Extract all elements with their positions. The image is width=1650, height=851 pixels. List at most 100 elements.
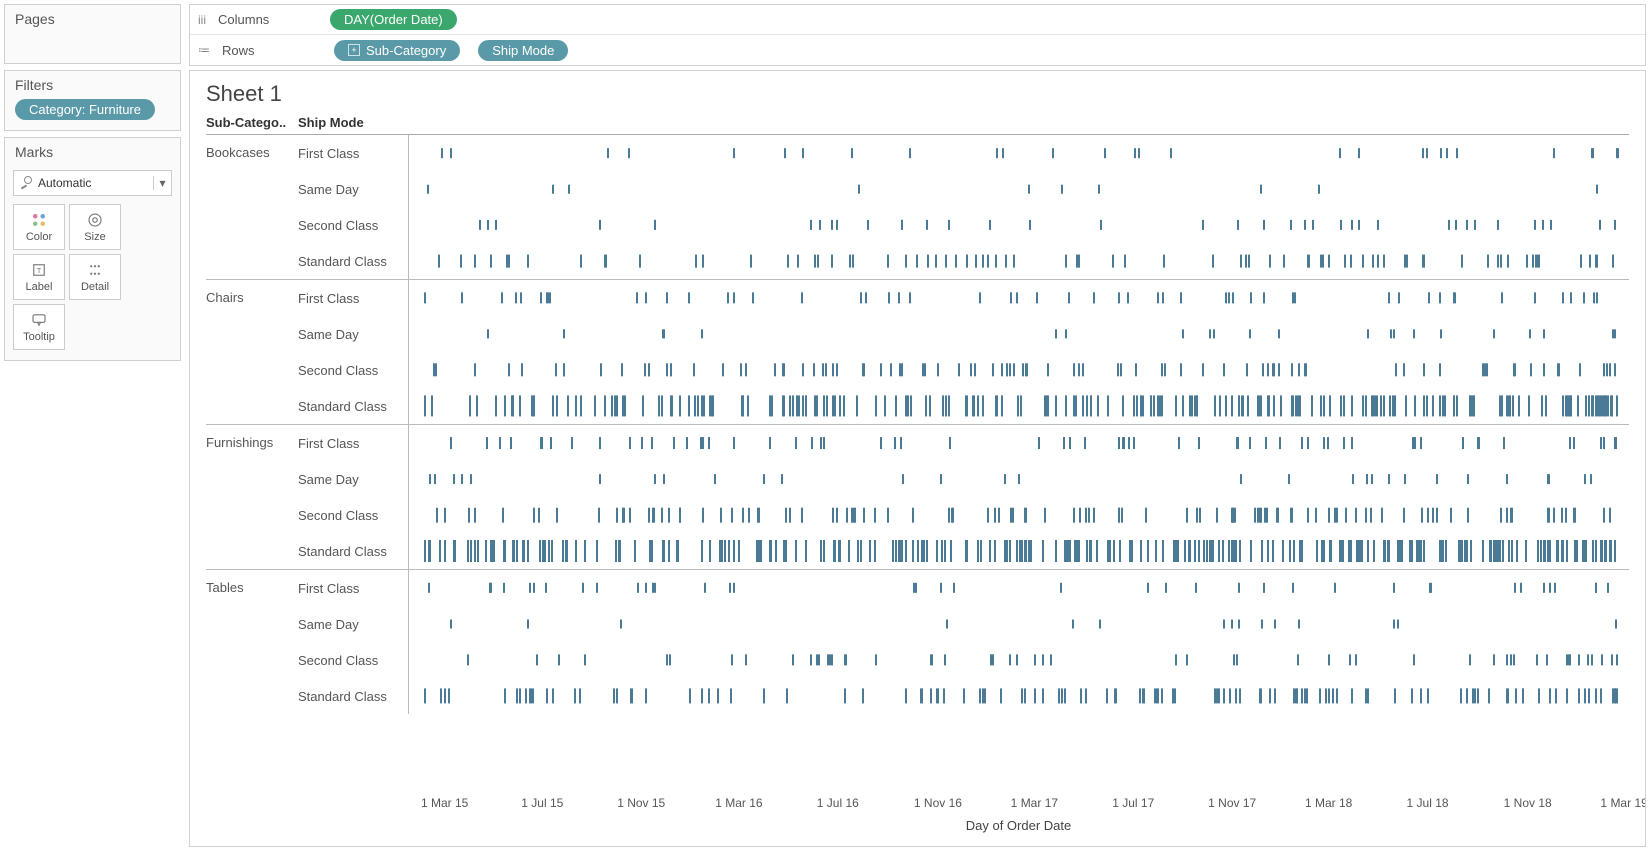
gantt-mark[interactable]	[679, 395, 681, 416]
gantt-mark[interactable]	[984, 688, 986, 703]
gantt-mark[interactable]	[884, 395, 886, 416]
gantt-mark[interactable]	[1383, 255, 1385, 268]
gantt-mark[interactable]	[1080, 688, 1082, 703]
gantt-mark[interactable]	[1195, 583, 1197, 593]
gantt-mark[interactable]	[1065, 395, 1067, 416]
gantt-mark[interactable]	[1334, 508, 1336, 523]
gantt-mark[interactable]	[1351, 220, 1353, 230]
shipmode-label[interactable]: First Class	[298, 291, 408, 306]
gantt-mark[interactable]	[1260, 508, 1262, 523]
gantt-mark[interactable]	[895, 395, 897, 416]
x-axis-tick[interactable]: 1 Jul 15	[521, 796, 563, 810]
gantt-mark[interactable]	[1373, 540, 1375, 562]
gantt-mark[interactable]	[869, 540, 871, 562]
gantt-mark[interactable]	[1350, 540, 1352, 562]
gantt-mark[interactable]	[493, 540, 495, 562]
gantt-mark[interactable]	[750, 255, 752, 268]
gantt-mark[interactable]	[825, 363, 827, 376]
gantt-mark[interactable]	[1574, 540, 1576, 562]
gantt-mark[interactable]	[522, 540, 524, 562]
gantt-mark[interactable]	[810, 654, 812, 665]
gantt-mark[interactable]	[1562, 395, 1564, 416]
gantt-mark[interactable]	[989, 540, 991, 562]
gantt-mark[interactable]	[940, 474, 942, 484]
gantt-mark[interactable]	[1282, 540, 1284, 562]
gantt-mark[interactable]	[520, 292, 522, 303]
gantt-mark[interactable]	[1422, 148, 1424, 158]
gantt-mark[interactable]	[1383, 540, 1385, 562]
gantt-mark[interactable]	[1616, 148, 1618, 158]
gantt-mark[interactable]	[1016, 654, 1018, 665]
gantt-mark[interactable]	[1182, 395, 1184, 416]
gantt-mark[interactable]	[479, 220, 481, 230]
gantt-mark[interactable]	[1078, 540, 1080, 562]
gantt-mark[interactable]	[789, 508, 791, 523]
gantt-mark[interactable]	[1210, 540, 1212, 562]
gantt-mark[interactable]	[1357, 540, 1359, 562]
gantt-mark[interactable]	[1588, 688, 1590, 703]
gantt-mark[interactable]	[1203, 540, 1205, 562]
gantt-area[interactable]	[408, 461, 1629, 497]
gantt-mark[interactable]	[733, 583, 735, 593]
gantt-area[interactable]	[408, 171, 1629, 207]
gantt-mark[interactable]	[1260, 185, 1262, 194]
gantt-mark[interactable]	[1461, 255, 1463, 268]
gantt-mark[interactable]	[1209, 329, 1211, 338]
gantt-mark[interactable]	[795, 540, 797, 562]
gantt-mark[interactable]	[1612, 255, 1614, 268]
gantt-mark[interactable]	[1600, 688, 1602, 703]
gantt-mark[interactable]	[782, 363, 784, 376]
gantt-mark[interactable]	[1247, 395, 1249, 416]
gantt-mark[interactable]	[1329, 395, 1331, 416]
gantt-mark[interactable]	[1013, 255, 1015, 268]
gantt-mark[interactable]	[661, 395, 663, 416]
x-axis-tick[interactable]: 1 Nov 18	[1504, 796, 1552, 810]
gantt-mark[interactable]	[1231, 540, 1233, 562]
marks-tooltip-button[interactable]: Tooltip	[13, 304, 65, 350]
gantt-mark[interactable]	[712, 395, 714, 416]
gantt-area[interactable]	[408, 135, 1629, 171]
gantt-mark[interactable]	[820, 540, 822, 562]
gantt-mark[interactable]	[1147, 583, 1149, 593]
gantt-mark[interactable]	[1393, 620, 1395, 629]
gantt-mark[interactable]	[722, 363, 724, 376]
gantt-mark[interactable]	[720, 508, 722, 523]
gantt-mark[interactable]	[1016, 292, 1018, 303]
gantt-mark[interactable]	[1344, 255, 1346, 268]
gantt-mark[interactable]	[701, 540, 703, 562]
gantt-mark[interactable]	[1549, 583, 1551, 593]
gantt-mark[interactable]	[1112, 255, 1114, 268]
gantt-mark[interactable]	[1162, 540, 1164, 562]
gantt-mark[interactable]	[495, 220, 497, 230]
gantt-mark[interactable]	[912, 540, 914, 562]
gantt-mark[interactable]	[814, 395, 816, 416]
gantt-mark[interactable]	[900, 437, 902, 449]
gantt-mark[interactable]	[694, 395, 696, 416]
gantt-mark[interactable]	[1371, 395, 1373, 416]
gantt-mark[interactable]	[980, 540, 982, 562]
gantt-mark[interactable]	[1514, 583, 1516, 593]
gantt-mark[interactable]	[1439, 395, 1441, 416]
gantt-mark[interactable]	[1501, 292, 1503, 303]
gantt-mark[interactable]	[1501, 395, 1503, 416]
gantt-mark[interactable]	[490, 540, 492, 562]
gantt-mark[interactable]	[1239, 688, 1241, 703]
gantt-mark[interactable]	[1497, 220, 1499, 230]
gantt-mark[interactable]	[1473, 395, 1475, 416]
gantt-mark[interactable]	[1107, 540, 1109, 562]
gantt-mark[interactable]	[1607, 583, 1609, 593]
gantt-mark[interactable]	[1455, 220, 1457, 230]
gantt-area[interactable]	[408, 425, 1629, 461]
gantt-mark[interactable]	[1569, 395, 1571, 416]
gantt-mark[interactable]	[852, 255, 854, 268]
gantt-mark[interactable]	[444, 540, 446, 562]
gantt-mark[interactable]	[1615, 437, 1617, 449]
gantt-mark[interactable]	[1263, 220, 1265, 230]
gantt-mark[interactable]	[1249, 437, 1251, 449]
gantt-mark[interactable]	[1122, 395, 1124, 416]
gantt-mark[interactable]	[786, 688, 788, 703]
gantt-mark[interactable]	[527, 620, 529, 629]
gantt-mark[interactable]	[1159, 395, 1161, 416]
gantt-mark[interactable]	[648, 363, 650, 376]
gantt-mark[interactable]	[651, 437, 653, 449]
